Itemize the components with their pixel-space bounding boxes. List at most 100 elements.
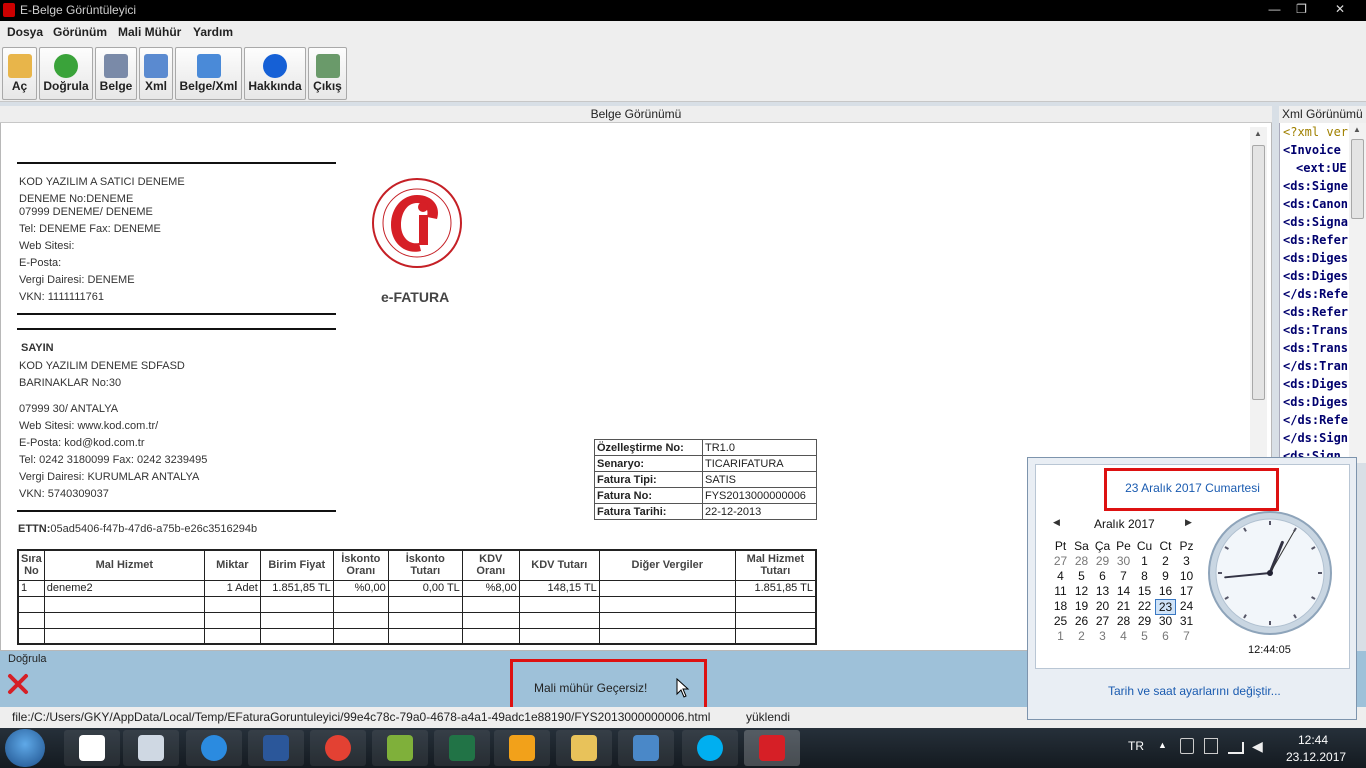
ettn: ETTN:05ad5406-f47b-47d6-a75b-e26c3516294… — [18, 523, 257, 535]
taskbar-date[interactable]: 23.12.2017 — [1286, 750, 1346, 764]
remote-app-taskbar-button[interactable] — [618, 730, 674, 766]
calendar-day[interactable]: 22 — [1134, 599, 1155, 613]
divider — [17, 162, 336, 164]
calendar-day[interactable]: 20 — [1092, 599, 1113, 613]
calendar-day[interactable]: 18 — [1050, 599, 1071, 613]
calendar-day[interactable]: 7 — [1113, 569, 1134, 583]
calendar-month[interactable]: Aralık 2017 — [1094, 517, 1155, 531]
document-button[interactable]: Belge — [95, 47, 137, 100]
tiles-app-taskbar-button[interactable] — [64, 730, 120, 766]
calendar-day[interactable]: 1 — [1050, 629, 1071, 643]
calendar-day[interactable]: 24 — [1176, 599, 1197, 613]
ribbon-app-taskbar-button[interactable] — [494, 730, 550, 766]
xml-scrollbar[interactable]: ▲ — [1349, 123, 1366, 463]
scroll-up-icon[interactable]: ▲ — [1353, 125, 1361, 134]
internet-explorer-taskbar-button[interactable] — [186, 730, 242, 766]
show-hidden-icons-icon[interactable]: ▲ — [1158, 740, 1167, 750]
calendar-day[interactable]: 5 — [1071, 569, 1092, 583]
calendar-day[interactable]: 6 — [1155, 629, 1176, 643]
calendar-day[interactable]: 27 — [1092, 614, 1113, 628]
calendar-day[interactable]: 28 — [1071, 554, 1092, 568]
calendar-day[interactable]: 29 — [1092, 554, 1113, 568]
document-xml-button[interactable]: Belge/Xml — [175, 47, 242, 100]
verify-button[interactable]: Doğrula — [39, 47, 93, 100]
window-app-taskbar-button[interactable] — [123, 730, 179, 766]
calendar-day[interactable]: 3 — [1092, 629, 1113, 643]
calendar-day[interactable]: 13 — [1092, 584, 1113, 598]
calendar-day[interactable]: 16 — [1155, 584, 1176, 598]
calendar-day[interactable]: 1 — [1134, 554, 1155, 568]
calendar-day[interactable]: 17 — [1176, 584, 1197, 598]
calendar-day[interactable]: 14 — [1113, 584, 1134, 598]
calendar-day[interactable]: 12 — [1071, 584, 1092, 598]
about-button[interactable]: Hakkında — [244, 47, 306, 100]
word-taskbar-button[interactable] — [248, 730, 304, 766]
volume-icon[interactable]: ◀ — [1252, 738, 1263, 755]
next-month-icon[interactable]: ▶ — [1185, 517, 1192, 528]
seller-web: Web Sitesi: — [19, 240, 75, 252]
e-belge-taskbar-button[interactable] — [744, 730, 800, 766]
taskbar-time[interactable]: 12:44 — [1298, 733, 1328, 747]
excel-icon — [449, 735, 475, 761]
skype-taskbar-button[interactable] — [682, 730, 738, 766]
date-time-settings-link[interactable]: Tarih ve saat ayarlarını değiştir... — [1108, 684, 1281, 698]
start-button[interactable] — [5, 729, 45, 767]
calendar-day[interactable]: 2 — [1071, 629, 1092, 643]
calendar-day[interactable]: 26 — [1071, 614, 1092, 628]
calendar-day[interactable]: 15 — [1134, 584, 1155, 598]
calendar-day[interactable]: 21 — [1113, 599, 1134, 613]
prev-month-icon[interactable]: ◀ — [1053, 517, 1060, 528]
remote-app-icon — [633, 735, 659, 761]
info-value: TR1.0 — [702, 439, 817, 456]
menu-dosya[interactable]: Dosya — [7, 25, 43, 39]
calendar-day[interactable]: 9 — [1155, 569, 1176, 583]
calendar-day[interactable]: 27 — [1050, 554, 1071, 568]
scroll-thumb[interactable] — [1351, 139, 1364, 219]
chrome-icon — [325, 735, 351, 761]
excel-taskbar-button[interactable] — [434, 730, 490, 766]
scroll-thumb[interactable] — [1252, 145, 1265, 400]
scroll-up-icon[interactable]: ▲ — [1254, 129, 1262, 138]
maximize-button[interactable]: ❐ — [1289, 0, 1314, 20]
calendar-day[interactable]: 5 — [1134, 629, 1155, 643]
calendar-day[interactable]: 3 — [1176, 554, 1197, 568]
menu-gorunum[interactable]: Görünüm — [53, 25, 107, 39]
xml-line: <ds:Trans — [1283, 341, 1349, 355]
calendar-day[interactable]: 2 — [1155, 554, 1176, 568]
calendar-day[interactable]: 23 — [1155, 599, 1176, 615]
xml-line: <ds:Signe — [1283, 179, 1349, 193]
exit-button[interactable]: Çıkış — [308, 47, 347, 100]
file-explorer-taskbar-button[interactable] — [556, 730, 612, 766]
minimize-button[interactable]: — — [1262, 0, 1287, 20]
calendar-day[interactable]: 7 — [1176, 629, 1197, 643]
calendar-day[interactable]: 19 — [1071, 599, 1092, 613]
calendar-day[interactable]: 10 — [1176, 569, 1197, 583]
calendar-day[interactable]: 11 — [1050, 584, 1071, 598]
network-icon[interactable] — [1228, 742, 1244, 754]
open-button[interactable]: Aç — [2, 47, 37, 100]
calendar-day[interactable]: 30 — [1113, 554, 1134, 568]
calendar-day[interactable]: 25 — [1050, 614, 1071, 628]
error-x-icon — [8, 674, 28, 694]
calendar-day[interactable]: 4 — [1113, 629, 1134, 643]
calendar-day[interactable]: 8 — [1134, 569, 1155, 583]
calendar-day[interactable]: 6 — [1092, 569, 1113, 583]
weekday-label: Pe — [1116, 539, 1131, 553]
calendar-day[interactable]: 30 — [1155, 614, 1176, 628]
menu-mali-muhur[interactable]: Mali Mühür — [118, 25, 181, 39]
open-button-label: Aç — [11, 79, 28, 93]
menu-yardim[interactable]: Yardım — [193, 25, 233, 39]
flag-icon[interactable] — [1180, 738, 1194, 754]
xml-line: </ds:Refe — [1283, 413, 1349, 427]
chrome-taskbar-button[interactable] — [310, 730, 366, 766]
xml-button[interactable]: Xml — [139, 47, 173, 100]
notepad-plus-taskbar-button[interactable] — [372, 730, 428, 766]
seller-address-2: 07999 DENEME/ DENEME — [19, 206, 153, 218]
language-indicator[interactable]: TR — [1128, 739, 1144, 753]
calendar-day[interactable]: 28 — [1113, 614, 1134, 628]
close-button[interactable]: ✕ — [1318, 0, 1362, 20]
calendar-day[interactable]: 4 — [1050, 569, 1071, 583]
calendar-day[interactable]: 29 — [1134, 614, 1155, 628]
calendar-day[interactable]: 31 — [1176, 614, 1197, 628]
device-icon[interactable] — [1204, 738, 1218, 754]
